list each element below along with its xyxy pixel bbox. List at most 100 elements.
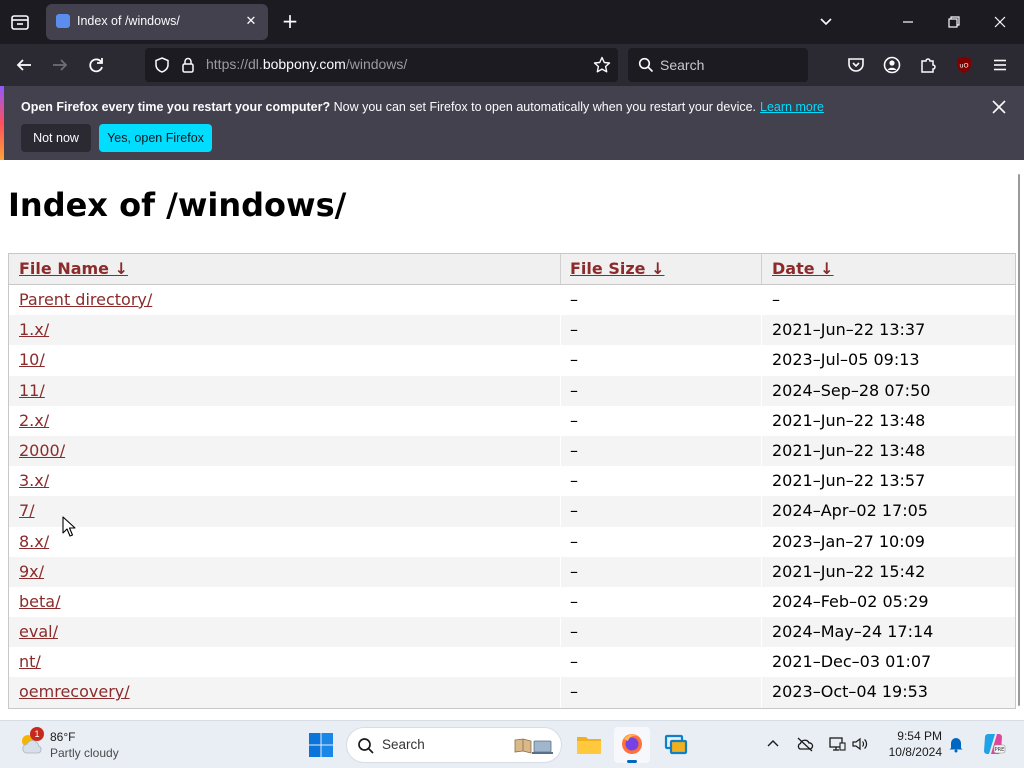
header-date: Date ↓ — [762, 254, 1002, 284]
firefox-taskbar-icon[interactable] — [614, 727, 650, 763]
search-highlight-books-icon — [513, 736, 553, 756]
file-size-cell: – — [570, 682, 578, 702]
file-link[interactable]: 8.x/ — [19, 532, 49, 551]
new-tab-icon[interactable]: + — [280, 11, 300, 31]
navigation-bar: https://dl.bobpony.com/windows/ Search u… — [0, 44, 1024, 86]
notification-bell-icon[interactable] — [947, 735, 965, 753]
page-scrollbar[interactable] — [1018, 174, 1020, 706]
open-firefox-button[interactable]: Yes, open Firefox — [99, 124, 212, 152]
sort-by-name-link[interactable]: File Name ↓ — [19, 259, 128, 278]
url-text[interactable]: https://dl.bobpony.com/windows/ — [206, 56, 407, 72]
header-file-name-label: File Name — [19, 259, 110, 278]
table-row: 2000/ – 2021–Jun–22 13:48 — [9, 435, 1015, 467]
windows-start-icon[interactable] — [307, 731, 335, 759]
account-icon[interactable] — [881, 54, 903, 76]
default-browser-notification: Open Firefox every time you restart your… — [0, 86, 1024, 160]
extensions-icon[interactable] — [917, 54, 939, 76]
file-date-cell: 2023–Oct–04 19:53 — [772, 682, 928, 702]
search-bar[interactable]: Search — [628, 48, 808, 82]
sort-by-date-link[interactable]: Date ↓ — [772, 259, 834, 278]
file-link[interactable]: eval/ — [19, 622, 58, 641]
file-name-cell: eval/ — [19, 617, 559, 647]
show-hidden-icons-chevron-icon[interactable] — [764, 735, 782, 753]
tab-list-icon[interactable] — [8, 10, 32, 34]
network-icon[interactable] — [828, 735, 846, 753]
file-link[interactable]: 10/ — [19, 350, 45, 369]
forward-icon[interactable] — [49, 54, 71, 76]
tracking-protection-shield-icon[interactable] — [153, 56, 171, 74]
file-link[interactable]: 3.x/ — [19, 471, 49, 490]
column-divider — [560, 586, 561, 618]
file-date-cell: 2023–Jan–27 10:09 — [772, 531, 925, 551]
url-prefix: https://dl. — [206, 56, 263, 72]
volume-icon[interactable] — [851, 735, 869, 753]
file-link[interactable]: Parent directory/ — [19, 290, 152, 309]
minimize-icon[interactable] — [898, 12, 918, 32]
close-window-icon[interactable] — [990, 12, 1010, 32]
back-icon[interactable] — [13, 54, 35, 76]
reload-icon[interactable] — [85, 54, 107, 76]
file-date-cell: 2021–Jun–22 15:42 — [772, 561, 926, 581]
file-name-cell: 7/ — [19, 496, 559, 526]
learn-more-link[interactable]: Learn more — [760, 100, 824, 114]
file-link[interactable]: nt/ — [19, 652, 41, 671]
table-row: Parent directory/ – – — [9, 285, 1015, 316]
table-row: nt/ – 2021–Dec–03 01:07 — [9, 647, 1015, 678]
close-notification-icon[interactable] — [990, 98, 1008, 116]
file-link[interactable]: 7/ — [19, 501, 35, 520]
sort-arrow-icon: ↓ — [114, 259, 129, 278]
file-link[interactable]: 2.x/ — [19, 411, 49, 430]
header-file-size: File Size ↓ — [561, 254, 762, 284]
column-divider — [560, 526, 561, 557]
menu-icon[interactable] — [989, 54, 1011, 76]
file-date-cell: 2024–May–24 17:14 — [772, 622, 934, 642]
file-link[interactable]: 1.x/ — [19, 320, 49, 339]
column-divider — [560, 345, 561, 376]
close-tab-icon[interactable]: ✕ — [242, 13, 260, 31]
directory-listing-table: File Name ↓ File Size ↓ Date ↓ Parent di… — [8, 253, 1016, 709]
column-divider — [560, 315, 561, 346]
restore-icon[interactable] — [944, 12, 964, 32]
ublock-origin-icon[interactable]: uO — [953, 54, 975, 76]
file-size-cell: – — [570, 471, 578, 491]
weather-alert-badge: 1 — [30, 727, 44, 741]
clock-date[interactable]: 10/8/2024 — [880, 745, 942, 759]
file-explorer-icon[interactable] — [571, 727, 607, 763]
address-bar[interactable]: https://dl.bobpony.com/windows/ — [145, 48, 618, 82]
file-size-cell: – — [570, 350, 578, 370]
url-host: bobpony.com — [262, 56, 346, 72]
notification-message: Open Firefox every time you restart your… — [21, 100, 824, 114]
table-row: eval/ – 2024–May–24 17:14 — [9, 617, 1015, 648]
header-file-name: File Name ↓ — [9, 254, 561, 284]
file-link[interactable]: 9x/ — [19, 562, 44, 581]
clock-time[interactable]: 9:54 PM — [890, 729, 942, 743]
taskbar-search-box[interactable]: Search — [346, 727, 562, 763]
file-link[interactable]: 2000/ — [19, 441, 65, 460]
file-name-cell: 2000/ — [19, 436, 559, 466]
remote-desktop-icon[interactable] — [658, 727, 694, 763]
column-divider — [560, 556, 561, 587]
file-name-cell: nt/ — [19, 647, 559, 677]
active-tab[interactable]: Index of /windows/ ✕ — [46, 4, 268, 40]
list-all-tabs-icon[interactable] — [816, 12, 836, 32]
column-divider — [560, 496, 561, 527]
file-link[interactable]: 11/ — [19, 381, 45, 400]
not-now-button[interactable]: Not now — [21, 124, 91, 152]
pocket-icon[interactable] — [845, 54, 867, 76]
weather-widget[interactable]: 1 86°F Partly cloudy — [16, 727, 156, 763]
file-size-cell: – — [570, 652, 578, 672]
tab-bar: Index of /windows/ ✕ + — [0, 0, 1024, 44]
file-link[interactable]: beta/ — [19, 592, 60, 611]
sort-by-size-link[interactable]: File Size ↓ — [570, 259, 664, 278]
taskbar-search-placeholder: Search — [382, 737, 425, 752]
column-divider — [560, 285, 561, 316]
file-date-cell: – — [772, 290, 780, 309]
file-link[interactable]: oemrecovery/ — [19, 682, 130, 701]
lock-icon[interactable] — [180, 56, 196, 74]
onedrive-offline-icon[interactable] — [796, 735, 814, 753]
file-size-cell: – — [570, 290, 578, 309]
copilot-icon[interactable]: PRE — [980, 731, 1006, 757]
column-divider — [560, 375, 561, 406]
bookmark-star-icon[interactable] — [592, 55, 612, 75]
header-date-label: Date — [772, 259, 815, 278]
